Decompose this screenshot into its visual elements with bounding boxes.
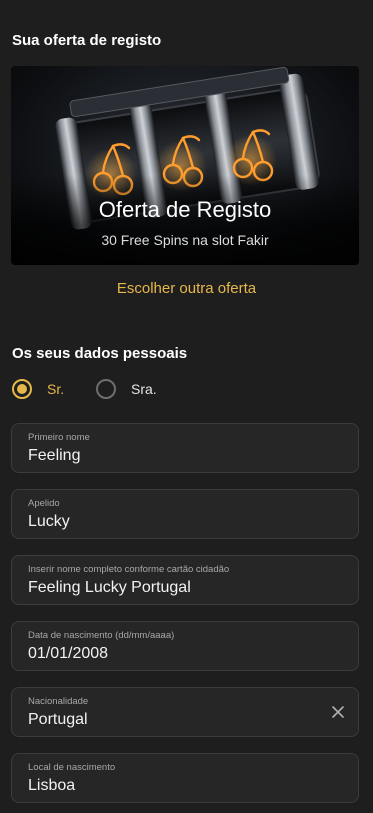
field-value[interactable]: Lisboa	[28, 777, 75, 795]
birth-place-field[interactable]: Local de nascimento Lisboa	[11, 753, 359, 803]
offer-title: Oferta de Registo	[98, 197, 272, 222]
radio-button-unchecked[interactable]	[96, 379, 116, 399]
field-value[interactable]: 01/01/2008	[28, 645, 108, 663]
radio-option-sr[interactable]: Sr.	[12, 377, 64, 401]
radio-label-sra: Sra.	[131, 381, 157, 397]
choose-other-offer-link[interactable]: Escolher outra oferta	[0, 280, 373, 297]
first-name-field[interactable]: Primeiro nome Feeling	[11, 423, 359, 473]
field-label: Primeiro nome	[28, 432, 90, 443]
registration-page: Sua oferta de registo Oferta de Registo …	[0, 0, 373, 813]
offer-subtitle: 30 Free Spins na slot Fakir	[101, 232, 269, 248]
nationality-field[interactable]: Nacionalidade Portugal	[11, 687, 359, 737]
field-value[interactable]: Feeling	[28, 447, 80, 465]
field-label: Data de nascimento (dd/mm/aaaa)	[28, 630, 175, 641]
field-value[interactable]: Feeling Lucky Portugal	[28, 579, 191, 597]
close-icon[interactable]	[330, 704, 346, 720]
radio-button-checked[interactable]	[12, 379, 32, 399]
field-label: Apelido	[28, 498, 60, 509]
field-value[interactable]: Portugal	[28, 711, 88, 729]
field-label: Inserir nome completo conforme cartão ci…	[28, 564, 230, 575]
field-label: Nacionalidade	[28, 696, 89, 707]
radio-label-sr: Sr.	[47, 381, 65, 397]
offer-section-title: Sua oferta de registo	[12, 32, 162, 49]
personal-data-section-title: Os seus dados pessoais	[12, 345, 188, 362]
birth-date-field[interactable]: Data de nascimento (dd/mm/aaaa) 01/01/20…	[11, 621, 359, 671]
radio-option-sra[interactable]: Sra.	[96, 377, 157, 401]
field-label: Local de nascimento	[28, 762, 116, 773]
field-value[interactable]: Lucky	[28, 513, 70, 531]
offer-banner[interactable]: Oferta de Registo 30 Free Spins na slot …	[11, 66, 359, 265]
full-name-field[interactable]: Inserir nome completo conforme cartão ci…	[11, 555, 359, 605]
last-name-field[interactable]: Apelido Lucky	[11, 489, 359, 539]
